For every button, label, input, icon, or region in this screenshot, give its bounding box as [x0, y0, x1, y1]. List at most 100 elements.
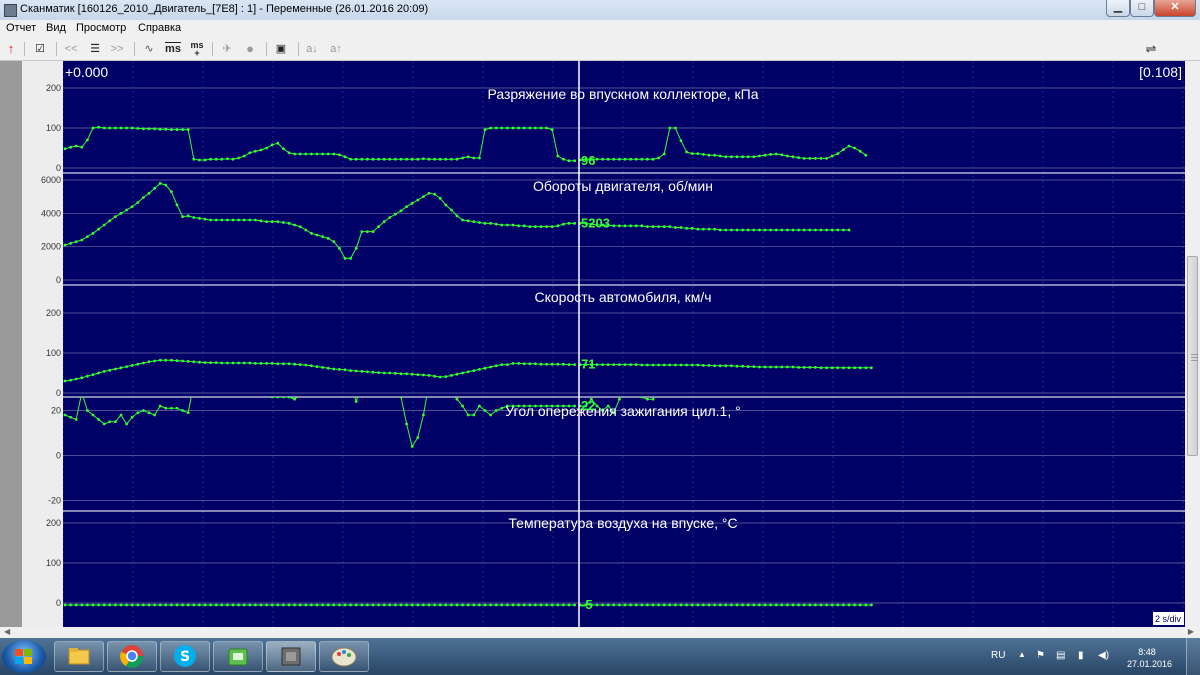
minimize-button[interactable]: ▁: [1106, 0, 1130, 17]
data-point: [489, 603, 492, 607]
data-point: [786, 228, 789, 232]
data-point: [444, 603, 448, 607]
data-point: [550, 225, 554, 229]
ms-plus-sign: +: [194, 48, 200, 58]
forward-icon[interactable]: >>: [108, 41, 126, 57]
data-point: [243, 384, 246, 387]
data-point: [248, 603, 252, 607]
network-icon[interactable]: ▮: [1078, 650, 1084, 661]
data-point: [786, 380, 789, 383]
record-icon[interactable]: ●: [242, 41, 258, 57]
scanmatik-icon[interactable]: [213, 641, 263, 672]
menu-help[interactable]: Справка: [138, 22, 181, 34]
data-point: [830, 603, 834, 607]
cursor-value: -5: [581, 597, 593, 612]
data-point: [618, 363, 621, 366]
data-point: [461, 404, 464, 408]
data-point: [338, 153, 341, 157]
flag-icon[interactable]: ⚑: [1036, 650, 1045, 661]
data-point: [63, 603, 67, 607]
data-point: [595, 157, 599, 161]
font-up-icon[interactable]: a↑: [328, 41, 344, 57]
wave-icon[interactable]: ∿: [140, 41, 158, 57]
show-desktop-button[interactable]: [1186, 638, 1200, 675]
maximize-button[interactable]: □: [1130, 0, 1154, 17]
data-point: [450, 603, 453, 607]
data-point: [214, 157, 218, 161]
ms-plus-icon[interactable]: ms +: [186, 41, 208, 58]
chrome-icon[interactable]: [107, 641, 157, 672]
menu-view[interactable]: Вид: [46, 22, 66, 34]
data-point: [668, 126, 672, 130]
data-point: [814, 228, 817, 232]
data-point: [102, 422, 106, 426]
data-point: [539, 362, 543, 366]
scroll-right-icon[interactable]: ▶: [1188, 627, 1194, 636]
back-icon[interactable]: <<: [62, 41, 80, 57]
red-arrow-icon[interactable]: ↑: [4, 41, 18, 57]
vertical-scrollbar[interactable]: — — —: [1185, 61, 1200, 627]
clock[interactable]: 8:48 27.01.2016: [1127, 646, 1172, 670]
scroll-thumb[interactable]: — — —: [1187, 256, 1198, 456]
data-point: [657, 156, 660, 160]
graph-canvas[interactable]: Разряжение во впускном коллекторе, кПа 96…: [63, 61, 1185, 627]
list-icon[interactable]: ☰: [86, 41, 104, 57]
scale-label: 2 s/div: [1155, 614, 1182, 624]
data-point: [819, 228, 823, 232]
menu-report[interactable]: Отчет: [6, 22, 36, 34]
data-point: [175, 128, 179, 131]
data-point: [472, 156, 476, 160]
paint-icon[interactable]: [319, 641, 369, 672]
horizontal-scrollbar[interactable]: ◀ ▶: [0, 627, 1200, 638]
data-point: [870, 603, 873, 607]
data-point: [63, 379, 67, 383]
data-point: [724, 364, 728, 368]
data-point: [438, 375, 442, 379]
data-point: [388, 216, 392, 219]
font-down-icon[interactable]: a↓: [304, 41, 320, 57]
data-point: [472, 603, 476, 607]
menu-browse[interactable]: Просмотр: [76, 22, 126, 34]
data-point: [685, 363, 688, 367]
tray-expand-icon[interactable]: ▲: [1018, 650, 1026, 659]
data-point: [399, 603, 403, 607]
data-point: [315, 365, 319, 368]
data-point: [814, 366, 817, 369]
data-point: [310, 152, 313, 156]
data-point: [86, 138, 89, 142]
data-point: [674, 603, 677, 607]
data-point: [629, 603, 632, 607]
ms-icon[interactable]: ms: [162, 41, 184, 57]
data-point: [304, 603, 308, 607]
data-point: [864, 366, 868, 370]
data-point: [763, 365, 767, 369]
explorer-icon[interactable]: [54, 641, 104, 672]
data-point: [108, 126, 112, 130]
scroll-left-icon[interactable]: ◀: [4, 627, 10, 636]
device-icon[interactable]: ▤: [1056, 650, 1065, 661]
usb-icon[interactable]: ⇌: [1142, 41, 1160, 57]
close-button[interactable]: ✕: [1154, 0, 1196, 17]
start-button[interactable]: [2, 640, 46, 673]
data-point: [517, 603, 520, 607]
skype-icon[interactable]: S: [160, 641, 210, 672]
graph-area[interactable]: Разряжение во впускном коллекторе, кПа 96…: [63, 61, 1185, 627]
data-point: [746, 603, 750, 607]
data-point: [651, 397, 655, 401]
data-point: [629, 382, 632, 385]
data-point: [651, 603, 655, 607]
plane-icon[interactable]: ✈: [218, 41, 236, 57]
data-point: [455, 397, 459, 401]
volume-icon[interactable]: ◀): [1098, 650, 1109, 661]
app-icon[interactable]: [266, 641, 316, 672]
data-point: [326, 366, 330, 370]
language-indicator[interactable]: RU: [991, 650, 1005, 661]
app-icon[interactable]: [4, 4, 17, 17]
data-point: [410, 603, 414, 607]
save-icon[interactable]: ▣: [272, 41, 290, 57]
data-point: [573, 363, 576, 366]
edit-icon[interactable]: ☑: [32, 41, 48, 57]
data-point: [310, 384, 313, 387]
data-point: [662, 225, 666, 229]
data-point: [153, 359, 156, 363]
